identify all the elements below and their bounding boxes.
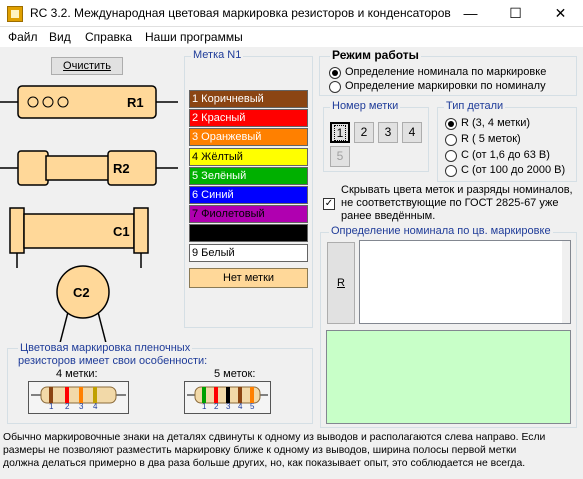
app-icon	[7, 6, 23, 22]
mark-number-button-5[interactable]: 5	[330, 146, 350, 167]
film-note-5-label: 5 меток:	[214, 368, 256, 380]
part-type-label-c-low: C (от 1,6 до 63 В)	[461, 149, 550, 161]
part-type-radio-c-low[interactable]	[445, 150, 457, 162]
color-option[interactable]: 2 Красный	[189, 109, 308, 127]
maximize-button[interactable]: ☐	[493, 0, 538, 27]
menu-help[interactable]: Справка	[85, 30, 132, 44]
film-note-4-label: 4 метки:	[56, 368, 98, 380]
minimize-button[interactable]: —	[448, 0, 493, 27]
mark-number-title: Номер метки	[330, 100, 401, 112]
nominal-result-area[interactable]	[326, 330, 571, 424]
color-option[interactable]	[189, 224, 308, 242]
mode-label-by-marking: Определение номинала по маркировке	[345, 66, 547, 78]
mode-radio-by-marking[interactable]	[329, 67, 341, 79]
film-note-line2: резисторов имеет свои особенности:	[18, 355, 208, 367]
color-option[interactable]: 5 Зелёный	[189, 167, 308, 185]
color-option[interactable]: 7 Фиолетовый	[189, 205, 308, 223]
close-button[interactable]: ✕	[538, 0, 583, 27]
hide-colors-label-3: ранее введённым.	[341, 210, 436, 222]
mark-number-button-1-label: 1	[333, 125, 347, 141]
color-option[interactable]: 3 Оранжевый	[189, 128, 308, 146]
c2-label: C2	[73, 285, 90, 300]
hide-colors-checkbox[interactable]: ✓	[323, 198, 335, 210]
mark-group-title: Метка N1	[191, 49, 244, 61]
r1-label: R1	[127, 95, 144, 110]
color-option[interactable]: 4 Жёлтый	[189, 148, 308, 166]
hide-colors-label-1: Скрывать цвета меток и разряды номиналов…	[341, 184, 573, 196]
film-note-line1: Цветовая маркировка пленочных	[18, 342, 193, 354]
nominal-title: Определение номинала по цв. маркировке	[329, 225, 553, 237]
color-option[interactable]: 1 Коричневый	[189, 90, 308, 108]
film5-num-1: 1	[202, 402, 207, 411]
film5-num-2: 2	[214, 402, 219, 411]
film5-num-5: 5	[250, 402, 255, 411]
part-type-label-r5: R ( 5 меток)	[461, 133, 521, 145]
color-option[interactable]: 6 Синий	[189, 186, 308, 204]
film5-num-4: 4	[238, 402, 243, 411]
mark-number-button-2[interactable]: 2	[354, 122, 374, 143]
window-title: RC 3.2. Международная цветовая маркировк…	[30, 6, 451, 20]
no-mark-button[interactable]: Нет метки	[189, 268, 308, 288]
part-type-label-r34: R (3, 4 метки)	[461, 117, 531, 129]
film4-num-1: 1	[49, 402, 54, 411]
resistor-r1[interactable]	[0, 85, 178, 119]
film4-num-4: 4	[93, 402, 98, 411]
mark-number-button-3[interactable]: 3	[378, 122, 398, 143]
resistor-r2[interactable]	[0, 150, 178, 186]
capacitor-c2[interactable]	[56, 265, 110, 344]
mark-number-button-1[interactable]: 1	[330, 122, 350, 143]
c1-label: C1	[113, 224, 130, 239]
part-type-radio-c-high[interactable]	[445, 165, 457, 177]
footer-line-2: размеры не позволяют разместить маркиров…	[3, 445, 517, 456]
footer-line-3: должна делаться примерно в два раза боль…	[3, 458, 526, 469]
film4-num-3: 3	[79, 402, 84, 411]
part-type-radio-r5[interactable]	[445, 134, 457, 146]
mark-number-button-4[interactable]: 4	[402, 122, 422, 143]
part-type-label-c-high: C (от 100 до 2000 В)	[461, 164, 566, 176]
mode-radio-by-nominal[interactable]	[329, 81, 341, 93]
menu-file[interactable]: Файл	[8, 30, 38, 44]
menu-our-programs[interactable]: Наши программы	[145, 30, 243, 44]
nominal-list-scrollbar[interactable]	[562, 241, 570, 323]
title-bar: RC 3.2. Международная цветовая маркировк…	[0, 0, 583, 27]
nominal-r-button[interactable]: R	[327, 242, 355, 324]
menu-view[interactable]: Вид	[49, 30, 71, 44]
nominal-list[interactable]	[359, 240, 571, 324]
film4-num-2: 2	[65, 402, 70, 411]
mode-title: Режим работы	[330, 48, 421, 62]
film-resistor-5-image: 1 2 3 4 5	[184, 381, 271, 414]
components-drawing: R1 R2 C1 C2	[0, 85, 178, 344]
menu-bar: Файл Вид Справка Наши программы	[0, 27, 583, 47]
r2-label: R2	[113, 161, 130, 176]
part-type-radio-r34[interactable]	[445, 118, 457, 130]
footer-line-1: Обычно маркировочные знаки на деталях сд…	[3, 432, 546, 443]
clear-button[interactable]: Очистить	[51, 57, 123, 75]
film5-num-3: 3	[226, 402, 231, 411]
film-resistor-4-image: 1 2 3 4	[28, 381, 129, 414]
mode-label-by-nominal: Определение маркировки по номиналу	[345, 80, 546, 92]
part-type-title: Тип детали	[444, 100, 506, 112]
clear-button-label: Очистить	[63, 60, 111, 72]
color-option[interactable]: 9 Белый	[189, 244, 308, 262]
hide-colors-label-2: не соответствующие по ГОСТ 2825-67 уже	[341, 197, 559, 209]
